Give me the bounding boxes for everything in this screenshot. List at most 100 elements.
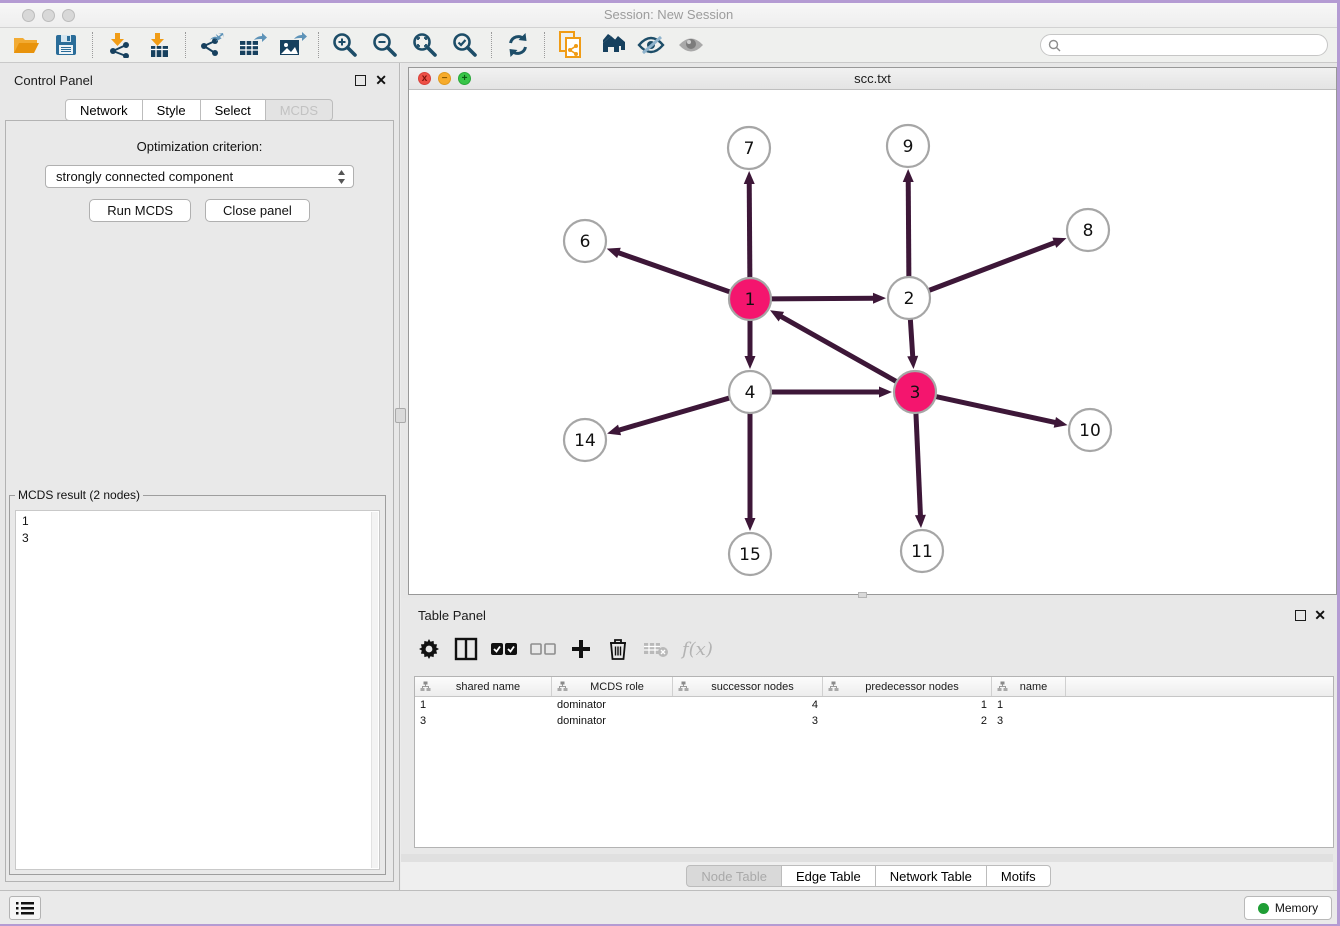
table-cell[interactable]: 3	[992, 713, 1066, 729]
run-mcds-button[interactable]: Run MCDS	[89, 199, 191, 222]
graph-node-label-2: 2	[904, 289, 915, 309]
table-row[interactable]: 3dominator323	[415, 713, 1333, 729]
table-row[interactable]: 1dominator411	[415, 697, 1333, 713]
column-header-shared-name[interactable]: shared name	[415, 677, 552, 696]
result-scrollbar[interactable]	[371, 512, 378, 868]
add-row-icon[interactable]	[569, 636, 593, 662]
graph-edge-1-2[interactable]	[769, 298, 875, 299]
table-cell[interactable]: dominator	[552, 697, 673, 713]
network-from-file-icon[interactable]	[551, 30, 591, 60]
graph-node-label-11: 11	[911, 542, 933, 562]
open-session-icon[interactable]	[6, 30, 46, 60]
mcds-result-textarea[interactable]: 13	[15, 510, 380, 870]
graph-node-label-6: 6	[580, 232, 591, 252]
float-table-panel-icon[interactable]	[1295, 610, 1306, 621]
control-panel-title: Control Panel	[14, 73, 93, 88]
memory-button[interactable]: Memory	[1244, 896, 1332, 920]
table-panel-title: Table Panel	[418, 608, 486, 623]
panel-divider-grip[interactable]	[395, 408, 406, 423]
graph-edge-1-7[interactable]	[749, 182, 750, 280]
mcds-result-title: MCDS result (2 nodes)	[15, 488, 143, 502]
export-network-icon[interactable]	[192, 30, 232, 60]
import-table-icon[interactable]	[139, 30, 179, 60]
tab-network-table[interactable]: Network Table	[875, 865, 987, 887]
show-column-icon[interactable]	[454, 636, 478, 662]
table-cell[interactable]: dominator	[552, 713, 673, 729]
graph-node-label-7: 7	[744, 139, 755, 159]
folder-icon	[12, 32, 40, 58]
close-table-panel-icon[interactable]: ✕	[1314, 607, 1326, 624]
titlebar: Session: New Session	[0, 3, 1337, 28]
column-header-MCDS-role[interactable]: MCDS role	[552, 677, 673, 696]
memory-status-icon	[1258, 903, 1269, 914]
table-cell[interactable]: 3	[415, 713, 552, 729]
toolbar-separator	[92, 32, 93, 58]
export-image-icon[interactable]	[272, 30, 312, 60]
graph-edge-2-9[interactable]	[908, 180, 909, 279]
table-scrollbar-track[interactable]	[401, 854, 1333, 862]
tab-select[interactable]: Select	[200, 99, 266, 121]
select-all-icon[interactable]	[491, 636, 517, 662]
deselect-all-icon[interactable]	[530, 636, 556, 662]
graph-edge-2-3[interactable]	[910, 317, 913, 358]
tab-network[interactable]: Network	[65, 99, 143, 121]
tab-mcds[interactable]: MCDS	[265, 99, 333, 121]
graph-arrowhead-2-9	[903, 169, 914, 182]
column-header-name[interactable]: name	[992, 677, 1066, 696]
column-header-predecessor-nodes[interactable]: predecessor nodes	[823, 677, 992, 696]
tab-motifs[interactable]: Motifs	[986, 865, 1051, 887]
graph-node-label-14: 14	[574, 431, 596, 451]
list-icon	[16, 901, 34, 915]
graph-edge-3-11[interactable]	[916, 411, 921, 517]
result-line: 1	[22, 513, 379, 530]
show-graphics-details-icon[interactable]	[671, 30, 711, 60]
zoom-selected-icon[interactable]	[445, 30, 485, 60]
save-session-icon[interactable]	[46, 30, 86, 60]
mcds-result-group: MCDS result (2 nodes) 13	[9, 495, 386, 875]
close-panel-icon[interactable]: ✕	[375, 72, 387, 89]
settings-icon[interactable]	[417, 636, 441, 662]
tab-edge-table[interactable]: Edge Table	[781, 865, 876, 887]
table-cell[interactable]: 4	[673, 697, 823, 713]
criterion-dropdown[interactable]: strongly connected component	[45, 165, 354, 188]
task-history-button[interactable]	[9, 896, 41, 920]
graph-node-label-4: 4	[745, 383, 756, 403]
network-canvas[interactable]: 7968124314101511	[409, 90, 1336, 594]
workspace: x − + scc.txt 7968124314101511 Table Pan…	[401, 63, 1337, 890]
refresh-layout-icon[interactable]	[498, 30, 538, 60]
graph-edge-3-1[interactable]	[780, 316, 899, 383]
table-cell[interactable]: 1	[823, 697, 992, 713]
control-panel-header: Control Panel ✕	[0, 63, 399, 97]
function-builder-icon[interactable]: f(x)	[682, 636, 713, 662]
table-cell[interactable]: 3	[673, 713, 823, 729]
window-title: Session: New Session	[0, 7, 1337, 22]
graph-edge-2-8[interactable]	[927, 242, 1056, 291]
graph-node-label-8: 8	[1083, 221, 1094, 241]
table-cell[interactable]: 1	[992, 697, 1066, 713]
column-header-successor-nodes[interactable]: successor nodes	[673, 677, 823, 696]
main-toolbar	[0, 28, 1337, 63]
zoom-fit-icon[interactable]	[405, 30, 445, 60]
search-input[interactable]	[1065, 38, 1327, 52]
status-bar: Memory	[0, 890, 1337, 924]
zoom-out-icon[interactable]	[365, 30, 405, 60]
table-cell[interactable]: 2	[823, 713, 992, 729]
graph-edge-4-14[interactable]	[618, 397, 732, 430]
mcds-panel: Optimization criterion: strongly connect…	[5, 120, 394, 882]
zoom-in-icon[interactable]	[325, 30, 365, 60]
hide-graphics-details-icon[interactable]	[631, 30, 671, 60]
import-network-icon[interactable]	[99, 30, 139, 60]
delete-row-icon[interactable]	[606, 636, 630, 662]
tab-node-table[interactable]: Node Table	[686, 865, 782, 887]
close-panel-button[interactable]: Close panel	[205, 199, 310, 222]
memory-label: Memory	[1275, 901, 1318, 915]
delete-table-icon[interactable]	[643, 636, 669, 662]
table-cell[interactable]: 1	[415, 697, 552, 713]
search-box[interactable]	[1040, 34, 1328, 56]
float-panel-icon[interactable]	[355, 75, 366, 86]
tab-style[interactable]: Style	[142, 99, 201, 121]
graph-edge-3-10[interactable]	[934, 396, 1057, 423]
graph-edge-1-6[interactable]	[617, 252, 732, 292]
export-table-icon[interactable]	[232, 30, 272, 60]
home-icon[interactable]	[591, 30, 631, 60]
